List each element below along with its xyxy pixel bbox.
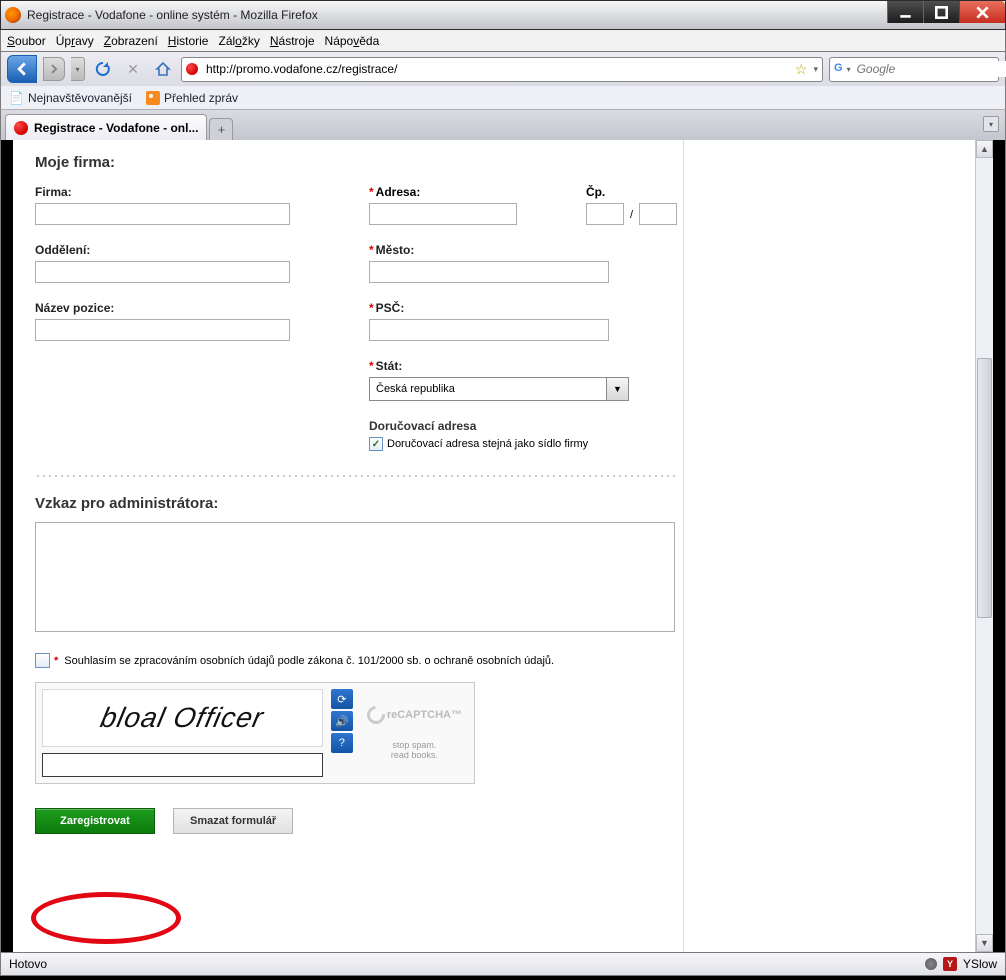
label-psc: *PSČ: — [369, 301, 677, 315]
menu-upravy[interactable]: Úpravy — [56, 34, 94, 48]
bookmarks-bar: 📄 Nejnavštěvovanější Přehled zpráv — [0, 86, 1006, 110]
captcha-help-button[interactable]: ? — [331, 733, 353, 753]
label-mesto: *Město: — [369, 243, 677, 257]
register-button[interactable]: Zaregistrovat — [35, 808, 155, 834]
menu-zalozky[interactable]: Záložky — [218, 34, 259, 48]
captcha-reload-button[interactable]: ⟳ — [331, 689, 353, 709]
window-maximize-button[interactable] — [923, 1, 959, 23]
annotation-highlight-ring — [31, 892, 181, 944]
search-input[interactable] — [855, 61, 1006, 77]
captcha-tagline2: read books. — [391, 750, 438, 760]
select-stat-arrow[interactable]: ▼ — [607, 377, 629, 401]
search-engine-dropdown-icon[interactable]: ▾ — [847, 65, 851, 74]
captcha-tagline1: stop spam. — [392, 740, 436, 750]
input-cp1[interactable] — [586, 203, 624, 225]
reset-form-button[interactable]: Smazat formulář — [173, 808, 293, 834]
status-bar: Hotovo Y YSlow — [0, 952, 1006, 976]
rss-icon — [146, 91, 160, 105]
bookmark-news[interactable]: Přehled zpráv — [146, 91, 238, 105]
window-minimize-button[interactable] — [887, 1, 923, 23]
consent-required-mark: * — [54, 655, 58, 667]
nav-history-dropdown[interactable]: ▾ — [71, 57, 85, 81]
nav-forward-button[interactable] — [43, 57, 65, 81]
captcha-audio-button[interactable]: 🔊 — [331, 711, 353, 731]
search-bar[interactable]: G ▾ 🔍 — [829, 57, 999, 82]
label-consent: Souhlasím se zpracováním osobních údajů … — [64, 655, 554, 667]
nav-toolbar: ▾ ✕ ☆ ▾ G ▾ 🔍 — [0, 52, 1006, 86]
nav-back-button[interactable] — [7, 55, 37, 83]
vertical-scrollbar[interactable]: ▲ ▼ — [975, 140, 993, 952]
window-titlebar: Registrace - Vodafone - online systém - … — [0, 0, 1006, 30]
label-oddeleni: Oddělení: — [35, 243, 343, 257]
select-stat[interactable]: Česká republika ▼ — [369, 377, 629, 401]
label-stat: *Stát: — [369, 359, 677, 373]
heading-message: Vzkaz pro administrátora: — [35, 495, 677, 512]
input-firma[interactable] — [35, 203, 290, 225]
label-pozice: Název pozice: — [35, 301, 343, 315]
folder-icon: 📄 — [9, 91, 24, 105]
url-dropdown-icon[interactable]: ▾ — [813, 64, 818, 75]
recaptcha-arc-icon — [363, 702, 388, 727]
yslow-label[interactable]: YSlow — [963, 957, 997, 971]
site-identity-icon[interactable] — [186, 63, 198, 75]
address-bar[interactable]: ☆ ▾ — [181, 57, 823, 82]
menu-historie[interactable]: Historie — [168, 34, 209, 48]
section-divider — [35, 475, 677, 477]
window-close-button[interactable] — [959, 1, 1005, 23]
input-mesto[interactable] — [369, 261, 609, 283]
scroll-down-button[interactable]: ▼ — [976, 934, 993, 952]
sidebar-column — [683, 140, 975, 952]
new-tab-button[interactable]: + — [209, 118, 233, 140]
select-stat-value: Česká republika — [369, 377, 607, 401]
captcha-input[interactable] — [42, 753, 323, 777]
firefox-icon — [5, 7, 21, 23]
tab-title: Registrace - Vodafone - onl... — [34, 121, 198, 135]
reload-button[interactable] — [91, 57, 115, 81]
textarea-message[interactable] — [35, 522, 675, 632]
tab-strip: Registrace - Vodafone - onl... + ▾ — [0, 110, 1006, 140]
status-text: Hotovo — [9, 957, 47, 971]
captcha-image: bloal Officer — [42, 689, 323, 747]
cp-slash: / — [628, 209, 635, 225]
scroll-up-button[interactable]: ▲ — [976, 140, 993, 158]
label-adresa: *Adresa: — [369, 185, 576, 199]
home-button[interactable] — [151, 57, 175, 81]
checkbox-consent[interactable] — [35, 653, 50, 668]
tab-favicon — [14, 121, 28, 135]
scroll-thumb[interactable] — [977, 358, 992, 618]
url-input[interactable] — [204, 61, 789, 77]
menu-bar: Soubor Úpravy Zobrazení Historie Záložky… — [0, 30, 1006, 52]
tab-active[interactable]: Registrace - Vodafone - onl... — [5, 114, 207, 140]
menu-napoveda[interactable]: Nápověda — [325, 34, 380, 48]
google-icon: G — [834, 62, 843, 76]
input-oddeleni[interactable] — [35, 261, 290, 283]
firebug-icon[interactable] — [925, 958, 937, 970]
page-content: Moje firma: Firma: Oddělení: Název pozic… — [13, 140, 975, 952]
menu-nastroje[interactable]: Nástroje — [270, 34, 315, 48]
window-title: Registrace - Vodafone - online systém - … — [27, 8, 318, 22]
input-adresa[interactable] — [369, 203, 517, 225]
bookmark-most-visited[interactable]: 📄 Nejnavštěvovanější — [9, 91, 132, 105]
input-psc[interactable] — [369, 319, 609, 341]
label-doruc-same: Doručovací adresa stejná jako sídlo firm… — [387, 438, 588, 450]
label-cp: Čp. — [586, 185, 677, 199]
input-cp2[interactable] — [639, 203, 677, 225]
section-title-firma: Moje firma: — [35, 154, 677, 171]
menu-zobrazeni[interactable]: Zobrazení — [104, 34, 158, 48]
scroll-track[interactable] — [976, 158, 993, 934]
right-gutter — [993, 140, 1005, 952]
recaptcha-logo: reCAPTCHA™ — [367, 706, 462, 724]
bookmark-star-icon[interactable]: ☆ — [795, 61, 808, 78]
input-pozice[interactable] — [35, 319, 290, 341]
menu-soubor[interactable]: Soubor — [7, 34, 46, 48]
stop-button[interactable]: ✕ — [121, 57, 145, 81]
left-gutter — [1, 140, 13, 952]
captcha-widget: bloal Officer ⟳ 🔊 ? reCAPTCHA™ stop spam… — [35, 682, 475, 784]
label-firma: Firma: — [35, 185, 343, 199]
yslow-icon[interactable]: Y — [943, 957, 957, 971]
heading-dorucovaci: Doručovací adresa — [369, 419, 677, 433]
tab-list-dropdown[interactable]: ▾ — [983, 116, 999, 132]
checkbox-doruc-same[interactable]: ✓ — [369, 437, 383, 451]
